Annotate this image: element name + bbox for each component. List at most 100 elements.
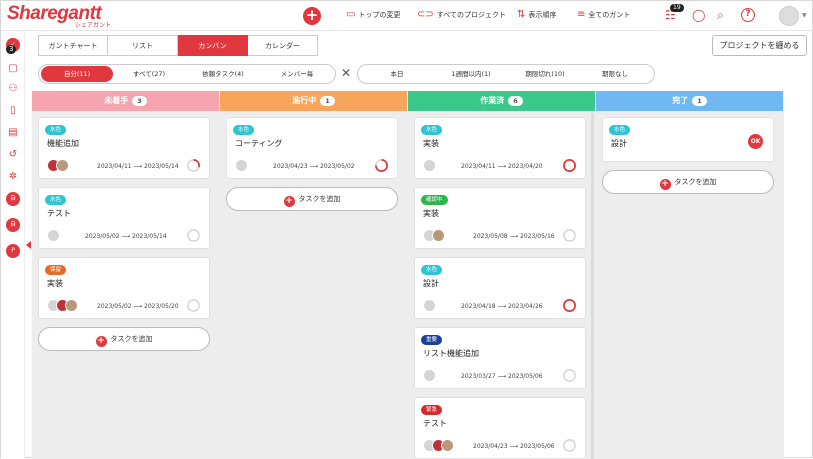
tab-kanban[interactable]: カンバン (178, 35, 248, 56)
column-count-badge: 3 (132, 96, 147, 106)
task-date-range: 2023/05/08 ⟶ 2023/05/16 (473, 233, 555, 240)
task-title: テスト (423, 419, 447, 428)
task-card[interactable]: 水色 実装 2023/04/11 ⟶ 2023/04/20 (414, 117, 586, 179)
task-card[interactable]: 重要 リスト機能追加 2023/03/27 ⟶ 2023/05/06 (414, 327, 586, 389)
chevron-down-icon[interactable]: ▼ (802, 12, 807, 19)
progress-ring-icon (187, 229, 200, 242)
kanban-board: 未着手 3 水色 機能追加 2023/04/11 ⟶ 2023/05/14 水色 テスト 20… (32, 91, 784, 459)
task-title: 実装 (423, 209, 439, 218)
column-header: 進行中 1 (220, 91, 407, 111)
help-icon[interactable]: ? (741, 8, 755, 22)
search-icon[interactable]: ⌕ (717, 9, 724, 21)
clear-filter-icon[interactable]: ✕ (341, 67, 351, 79)
nav-display-order[interactable]: ⇅ 表示順序 (517, 10, 556, 20)
view-tabs: ガントチャート リスト カンバン カレンダー (38, 35, 318, 56)
filter-no-deadline[interactable]: 期限なし (584, 66, 646, 82)
task-card[interactable]: 水色 設計 OK (602, 117, 774, 162)
assignee-avatars (423, 439, 454, 452)
task-card[interactable]: 保留 実装 2023/05/02 ⟶ 2023/05/20 (38, 257, 210, 319)
task-card[interactable]: 水色 設計 2023/04/18 ⟶ 2023/04/26 (414, 257, 586, 319)
column-title: 完了 (672, 96, 689, 105)
progress-ring-icon (563, 369, 576, 382)
avatar (235, 159, 248, 172)
column-header: 完了 1 (596, 91, 783, 111)
avatar (432, 229, 445, 242)
avatar (56, 159, 69, 172)
nav-label: トップの変更 (358, 11, 401, 19)
task-date-range: 2023/04/11 ⟶ 2023/05/14 (97, 163, 179, 170)
collapse-projects-button[interactable]: プロジェクトを纏める (712, 35, 807, 56)
rail-user-label: P (11, 247, 15, 254)
column-scrollbar[interactable] (591, 113, 594, 459)
avatar (423, 369, 436, 382)
task-date-range: 2023/04/23 ⟶ 2023/05/06 (473, 443, 555, 450)
link-icon: ⊂⊃ (417, 9, 434, 20)
tab-list[interactable]: リスト (108, 35, 178, 56)
done-ok-badge[interactable]: OK (748, 134, 763, 149)
plus-icon: + (283, 196, 295, 207)
nav-all-gantt[interactable]: ≡ 全てのガント (577, 10, 630, 20)
column-header: 未着手 3 (32, 91, 219, 111)
filter-mine[interactable]: 自分(11) (41, 66, 113, 82)
task-date-range: 2023/04/23 ⟶ 2023/05/02 (273, 163, 355, 170)
task-tag: 確認中 (421, 195, 448, 205)
assignee-avatars (423, 369, 436, 382)
book-icon[interactable]: ▤ (6, 126, 20, 140)
filter-by-member[interactable]: メンバー毎 (261, 66, 333, 82)
create-plus-button[interactable]: + (303, 7, 321, 25)
task-title: 実装 (47, 279, 63, 288)
rail-user-label: 自 (9, 221, 16, 228)
add-task-label: タスクを追加 (298, 195, 341, 203)
task-card[interactable]: 確認中実装 2023/05/08 ⟶ 2023/05/16 (414, 187, 586, 249)
nav-all-projects[interactable]: ⊂⊃ すべてのプロジェクト (417, 10, 506, 20)
task-tag: 保留 (45, 265, 67, 275)
tab-calendar[interactable]: カレンダー (248, 35, 318, 56)
filter-today[interactable]: 本日 (358, 66, 436, 82)
task-title: コーティング (235, 139, 283, 148)
assignee-avatars (47, 229, 60, 242)
filter-all[interactable]: すべて(27) (113, 66, 185, 82)
assignee-avatars (235, 159, 248, 172)
app-window: Sharegantt シェアガント + ▭ トップの変更 ⊂⊃ すべてのプロジェ… (0, 0, 813, 459)
add-task-button[interactable]: + タスクを追加 (602, 170, 774, 194)
logo-subtitle: シェアガント (75, 22, 112, 29)
deadline-filter-group: 本日 1週間以内(1) 期限切れ(10) 期限なし (357, 64, 655, 84)
filter-within-week[interactable]: 1週間以内(1) (436, 66, 506, 82)
document-icon[interactable]: ▯ (6, 104, 20, 118)
task-card[interactable]: 水色 テスト 2023/05/02 ⟶ 2023/05/14 (38, 187, 210, 249)
collapse-rail-handle[interactable] (26, 241, 31, 249)
filter-requested[interactable]: 依頼タスク(4) (185, 66, 261, 82)
filter-overdue[interactable]: 期限切れ(10) (506, 66, 584, 82)
rail-user-badge[interactable]: 自 (6, 192, 20, 206)
members-icon[interactable]: ⚇ (6, 82, 20, 96)
progress-ring-icon (375, 159, 388, 172)
chat-icon[interactable]: ▢ (6, 62, 20, 76)
add-task-button[interactable]: + タスクを追加 (226, 187, 398, 211)
rail-project-p[interactable]: P (6, 244, 20, 258)
gear-icon[interactable]: ✲ (6, 170, 20, 184)
add-task-label: タスクを追加 (674, 178, 717, 186)
user-avatar[interactable] (779, 6, 799, 26)
assignee-avatars (423, 229, 445, 242)
task-title: リスト機能追加 (423, 349, 479, 358)
task-card[interactable]: 緊急テスト 2023/04/23 ⟶ 2023/05/06 (414, 397, 586, 459)
column-title: 未着手 (104, 96, 129, 105)
task-card[interactable]: 水色 機能追加 2023/04/11 ⟶ 2023/05/14 (38, 117, 210, 179)
history-icon[interactable]: ↺ (6, 148, 20, 162)
task-tag: 緊急 (421, 405, 443, 415)
tab-gantt[interactable]: ガントチャート (38, 35, 108, 56)
kanban-column: 完了 1 水色 設計 OK + タスクを追加 (596, 91, 783, 459)
chat-icon[interactable]: ◯ (692, 9, 705, 21)
progress-ring-icon (563, 299, 576, 312)
column-count-badge: 1 (320, 96, 335, 106)
task-card[interactable]: 水色コーティング 2023/04/23 ⟶ 2023/05/02 (226, 117, 398, 179)
nav-top-change[interactable]: ▭ トップの変更 (346, 10, 400, 20)
assignee-avatars (423, 299, 436, 312)
avatar (423, 299, 436, 312)
add-task-button[interactable]: + タスクを追加 (38, 327, 210, 351)
progress-ring-icon (563, 439, 576, 452)
owner-filter-group: 自分(11) すべて(27) 依頼タスク(4) メンバー毎 (38, 64, 336, 84)
rail-user-badge[interactable]: 自 (6, 218, 20, 232)
gantt-icon: ≡ (577, 9, 586, 20)
task-tag: 水色 (233, 125, 255, 135)
